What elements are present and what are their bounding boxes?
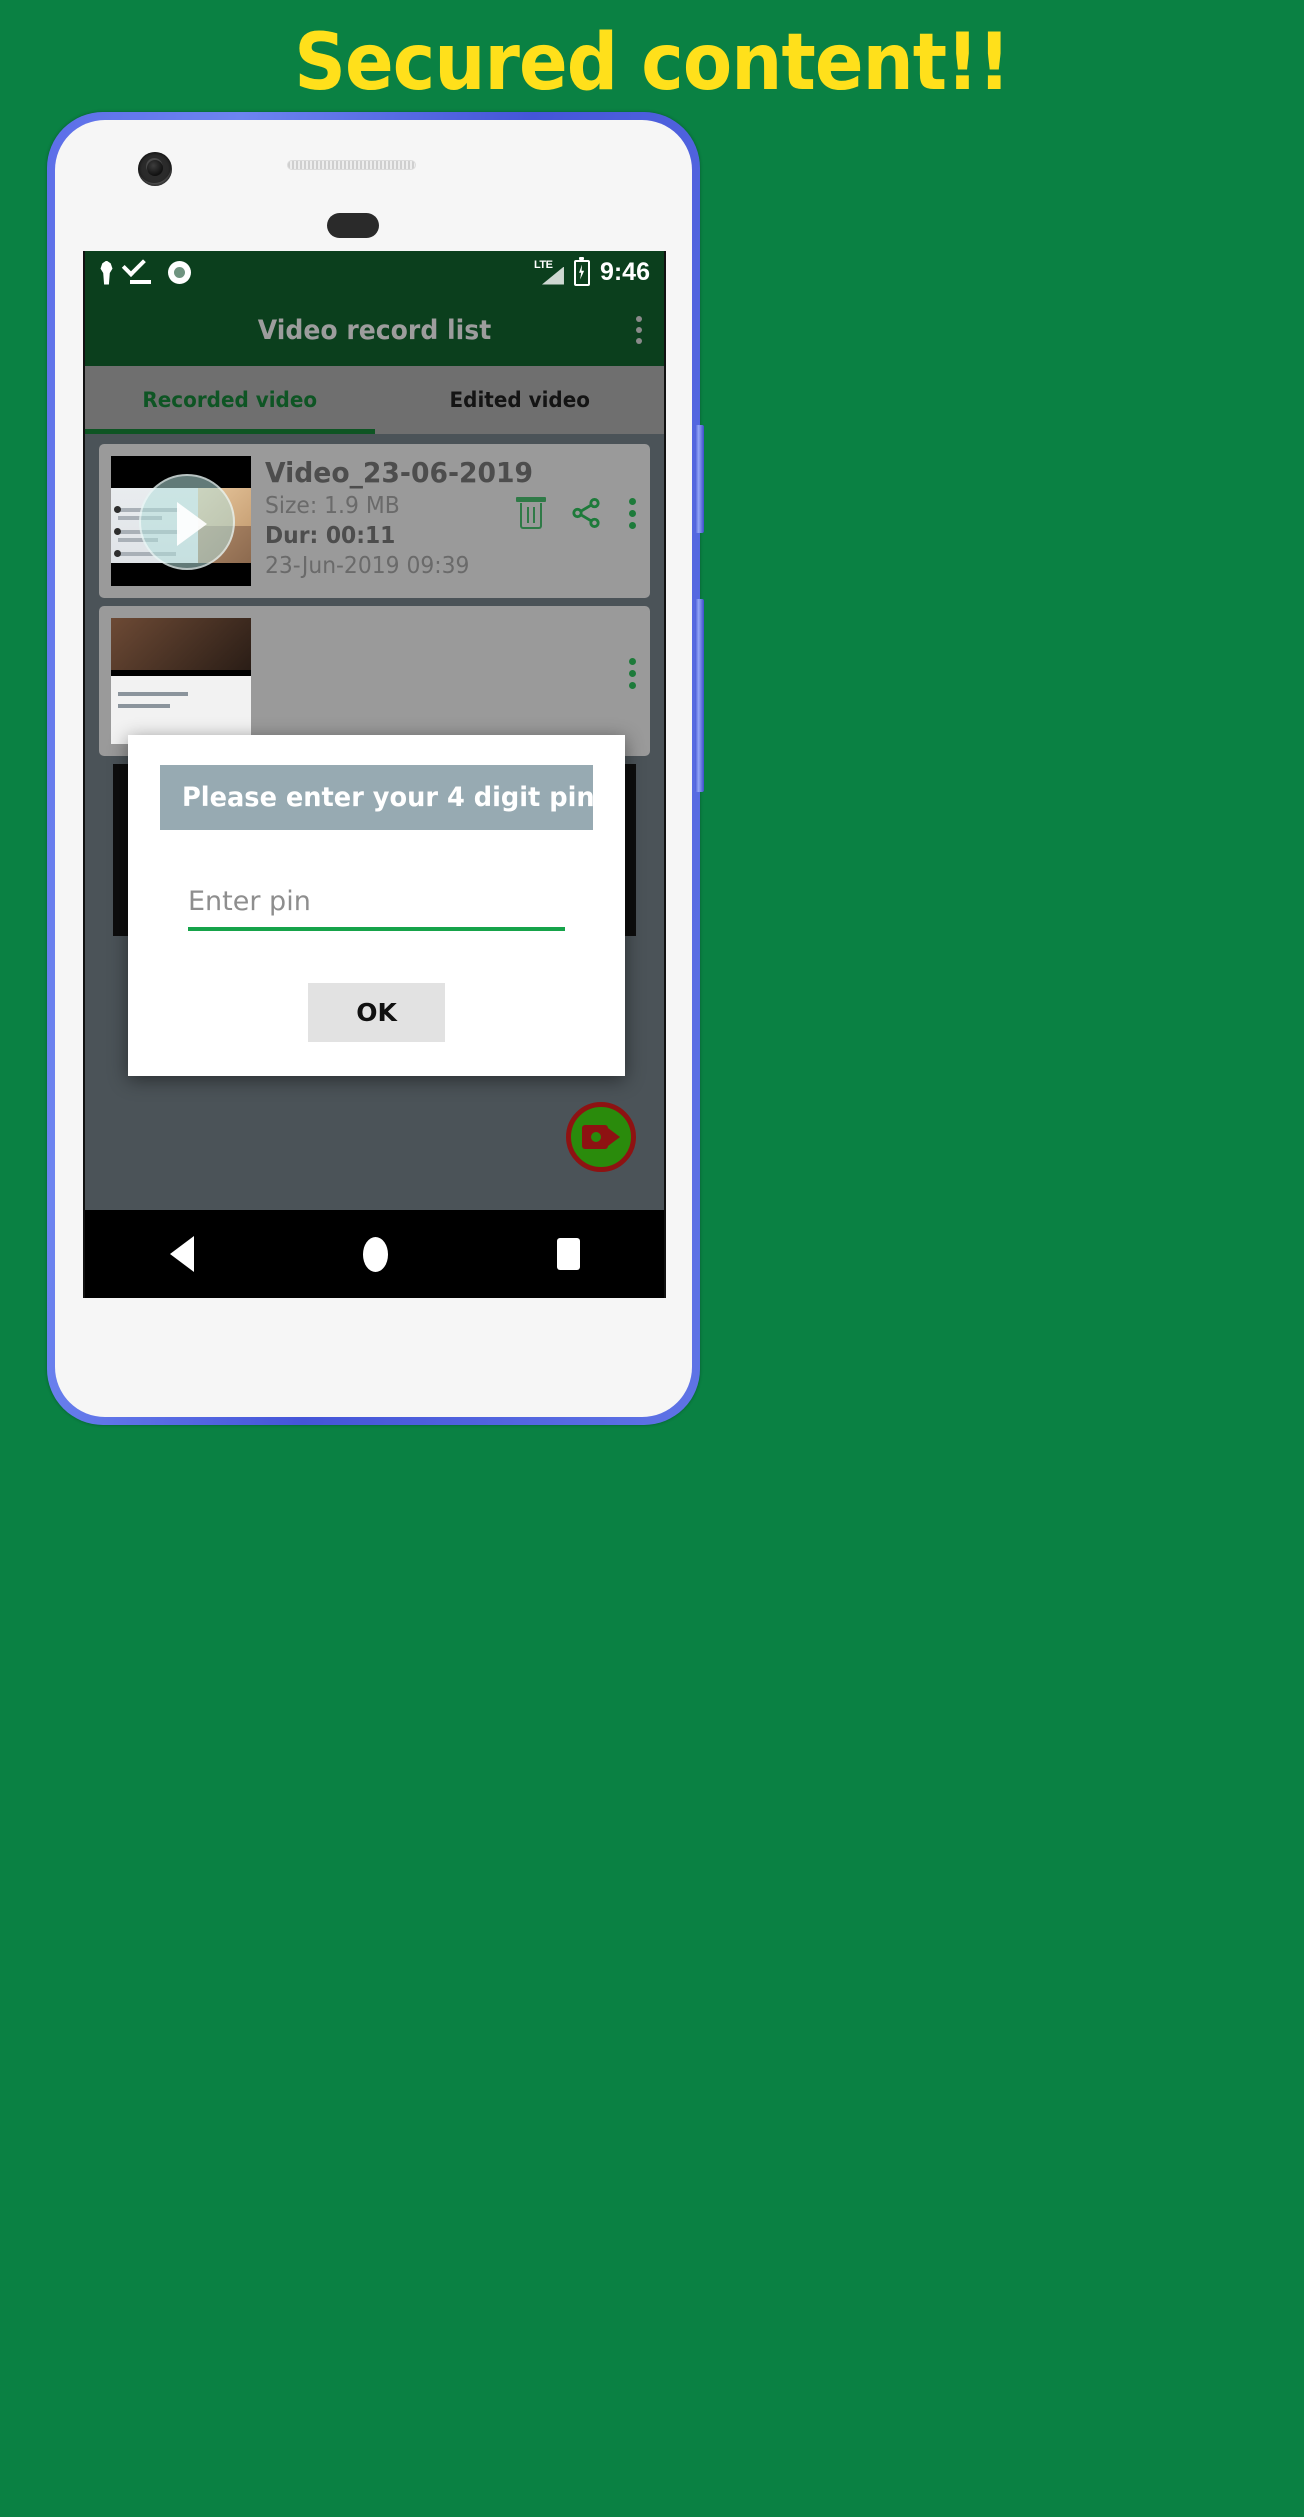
video-name: Video_23-06-2019 [265,456,534,489]
signal-bars-icon: LTE [533,258,564,286]
kebab-menu-icon[interactable] [636,316,642,344]
status-bar-clock: 9:46 [599,258,650,286]
battery-charging-icon [573,256,590,286]
video-actions [516,496,636,530]
record-circle-icon [168,261,191,284]
video-actions [629,658,636,689]
share-icon[interactable] [569,496,603,530]
status-bar-left-icons [99,260,191,285]
recents-square-icon[interactable] [556,1238,580,1270]
pin-input[interactable] [188,882,565,931]
home-circle-icon[interactable] [362,1236,388,1272]
status-bar: LTE 9:46 [85,251,664,294]
phone-power-button[interactable] [695,599,704,792]
phone-volume-button[interactable] [695,425,704,533]
phone-frame: LTE 9:46 Video record list Recorded vide… [47,112,704,1425]
ok-button[interactable]: OK [308,983,445,1042]
pin-dialog-actions: OK [158,983,595,1042]
list-item[interactable] [99,606,650,756]
phone-body: LTE 9:46 Video record list Recorded vide… [55,120,692,1417]
page-title: Secured content!! [294,18,1010,108]
network-label: LTE [533,258,553,271]
record-video-fab[interactable] [566,1102,636,1172]
list-item[interactable]: Video_23-06-2019 Size: 1.9 MB Dur: 00:11… [99,444,650,598]
kebab-menu-icon[interactable] [629,658,636,689]
app-bar: Video record list [85,294,664,366]
back-triangle-icon[interactable] [169,1236,194,1272]
video-camera-icon [582,1125,620,1149]
tab-recorded-video[interactable]: Recorded video [92,366,367,434]
pin-dialog-title: Please enter your 4 digit pin [182,782,595,813]
video-thumbnail[interactable] [111,618,251,744]
tab-edited-video[interactable]: Edited video [382,366,657,434]
pin-dialog: Please enter your 4 digit pin OK [128,735,625,1076]
key-icon [100,260,113,285]
tab-bar: Recorded video Edited video [85,366,664,434]
status-bar-right-icons: LTE 9:46 [533,256,650,287]
video-thumbnail[interactable] [111,456,251,586]
earpiece-speaker [287,160,416,170]
play-icon[interactable] [139,474,235,570]
pin-field-wrapper [188,882,565,931]
home-button[interactable] [327,213,379,238]
delete-icon[interactable] [516,497,546,529]
front-camera-icon [138,152,172,186]
video-date: 23-Jun-2019 09:39 [265,553,470,579]
tab-active-indicator [85,429,375,434]
app-bar-title: Video record list [257,314,492,346]
kebab-menu-icon[interactable] [629,497,636,529]
check-underline-icon [129,261,153,285]
phone-screen: LTE 9:46 Video record list Recorded vide… [83,251,666,1298]
pin-dialog-banner: Please enter your 4 digit pin [160,765,595,830]
android-navigation-bar [85,1210,664,1298]
